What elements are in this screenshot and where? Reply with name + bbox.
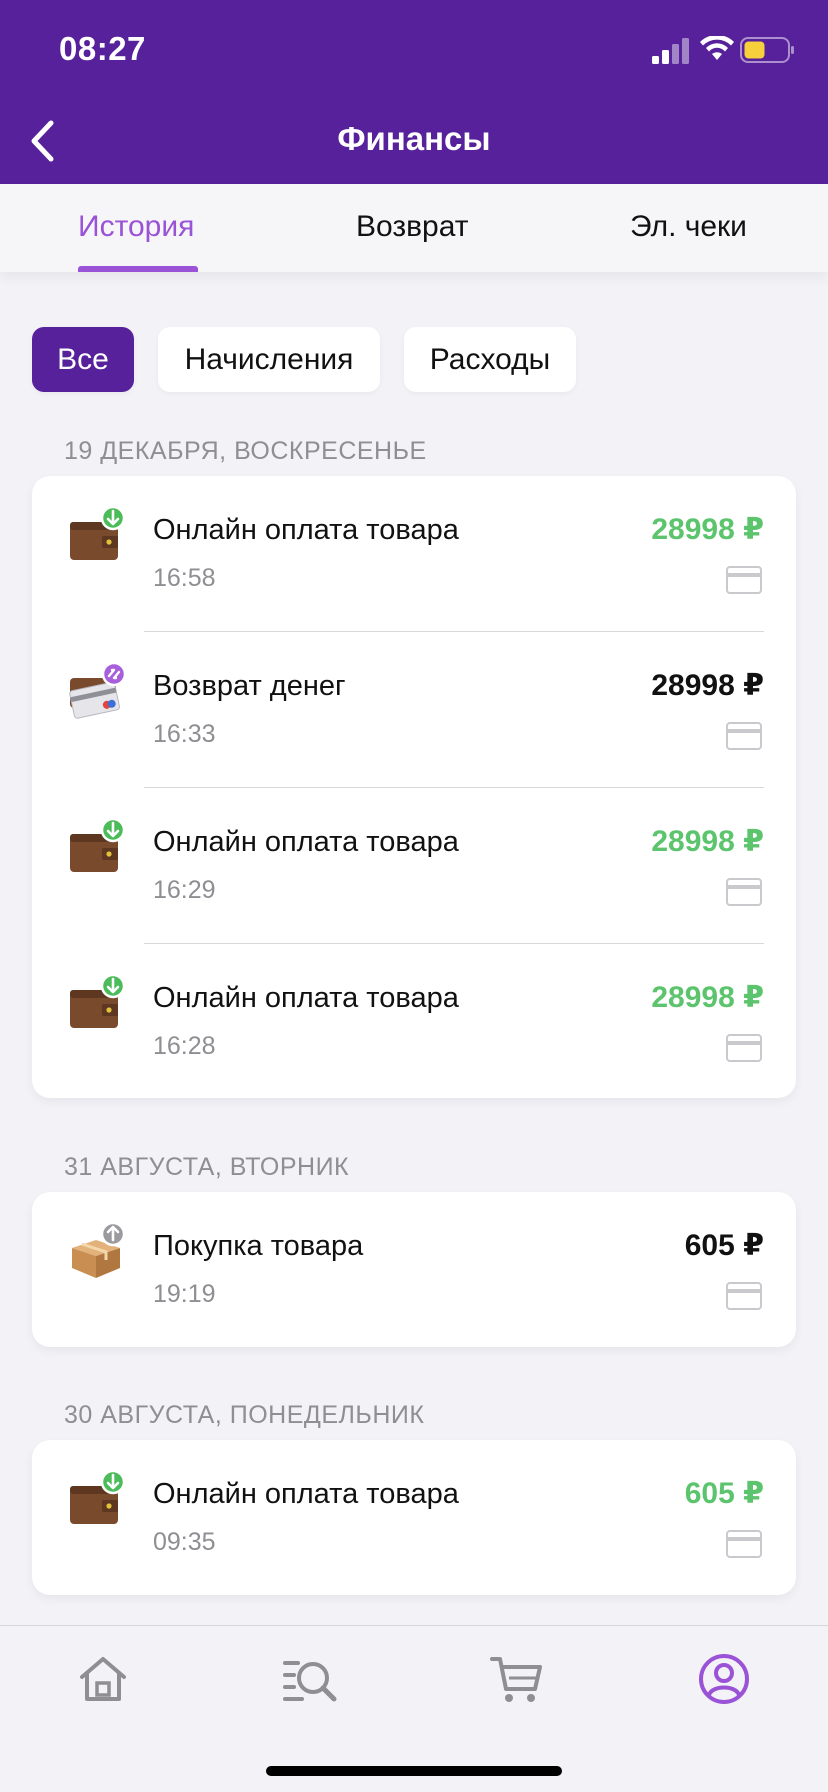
wallet-income-icon [70, 1470, 126, 1524]
date-header: 30 АВГУСТА, ПОНЕДЕЛЬНИК [64, 1401, 425, 1429]
transaction-row[interactable]: Онлайн оплата товара 09:35 605 ₽ [32, 1440, 796, 1596]
transaction-time: 16:33 [153, 720, 216, 748]
transaction-amount: 28998 ₽ [651, 513, 764, 546]
box-purchase-icon [72, 1222, 126, 1278]
wallet-income-icon [70, 974, 126, 1028]
transaction-amount: 605 ₽ [684, 1477, 764, 1510]
transaction-row[interactable]: Онлайн оплата товара 16:58 28998 ₽ [32, 476, 796, 632]
transaction-title: Онлайн оплата товара [153, 982, 459, 1014]
bank-card-icon [726, 1282, 762, 1310]
battery-icon [740, 37, 794, 63]
tab-receipts[interactable]: Эл. чеки [630, 210, 747, 244]
transactions-card: Онлайн оплата товара 09:35 605 ₽ [32, 1440, 796, 1595]
date-header: 31 АВГУСТА, ВТОРНИК [64, 1153, 350, 1181]
transaction-time: 09:35 [153, 1528, 216, 1556]
transaction-title: Возврат денег [153, 670, 346, 702]
transaction-title: Онлайн оплата товара [153, 1478, 459, 1510]
bank-card-icon [726, 566, 762, 594]
status-time: 08:27 [59, 30, 146, 67]
bank-card-icon [726, 878, 762, 906]
transaction-title: Онлайн оплата товара [153, 514, 459, 546]
transaction-amount: 28998 ₽ [651, 825, 764, 858]
cart-icon[interactable] [489, 1651, 545, 1707]
transaction-row[interactable]: Онлайн оплата товара 16:29 28998 ₽ [32, 788, 796, 944]
transactions-card: Онлайн оплата товара 16:58 28998 ₽ Возвр… [32, 476, 796, 1098]
transaction-amount: 605 ₽ [684, 1229, 764, 1262]
page-title: Финансы [337, 120, 491, 157]
tab-refund[interactable]: Возврат [356, 210, 469, 244]
active-tab-indicator [78, 266, 198, 272]
cellular-signal-icon [652, 38, 689, 64]
transaction-row[interactable]: Онлайн оплата товара 16:28 28998 ₽ [32, 944, 796, 1100]
filter-expenses-chip[interactable]: Расходы [404, 327, 576, 392]
bank-card-icon [726, 722, 762, 750]
transactions-card: Покупка товара 19:19 605 ₽ [32, 1192, 796, 1347]
wifi-icon [700, 36, 734, 60]
bank-card-icon [726, 1530, 762, 1558]
wallet-income-icon [70, 818, 126, 872]
tab-history[interactable]: История [78, 210, 194, 244]
wallet-income-icon [70, 506, 126, 560]
catalog-search-icon[interactable] [282, 1651, 338, 1707]
transaction-row[interactable]: Возврат денег 16:33 28998 ₽ [32, 632, 796, 788]
transaction-time: 16:29 [153, 876, 216, 904]
transaction-time: 19:19 [153, 1280, 216, 1308]
home-icon[interactable] [75, 1651, 131, 1707]
profile-icon[interactable] [696, 1651, 752, 1707]
home-indicator [266, 1766, 562, 1776]
transaction-time: 16:58 [153, 564, 216, 592]
bank-card-icon [726, 1034, 762, 1062]
date-header: 19 ДЕКАБРЯ, ВОСКРЕСЕНЬЕ [64, 437, 427, 465]
transaction-title: Покупка товара [153, 1230, 364, 1262]
transaction-time: 16:28 [153, 1032, 216, 1060]
app-header: 08:27 Финансы [0, 0, 828, 184]
refund-card-icon [69, 662, 127, 719]
transaction-title: Онлайн оплата товара [153, 826, 459, 858]
filter-all-chip[interactable]: Все [32, 327, 134, 392]
tab-bar: История Возврат Эл. чеки [0, 184, 828, 272]
filter-income-chip[interactable]: Начисления [158, 327, 380, 392]
transaction-amount: 28998 ₽ [651, 981, 764, 1014]
transaction-amount: 28998 ₽ [651, 669, 764, 702]
transaction-row[interactable]: Покупка товара 19:19 605 ₽ [32, 1192, 796, 1348]
